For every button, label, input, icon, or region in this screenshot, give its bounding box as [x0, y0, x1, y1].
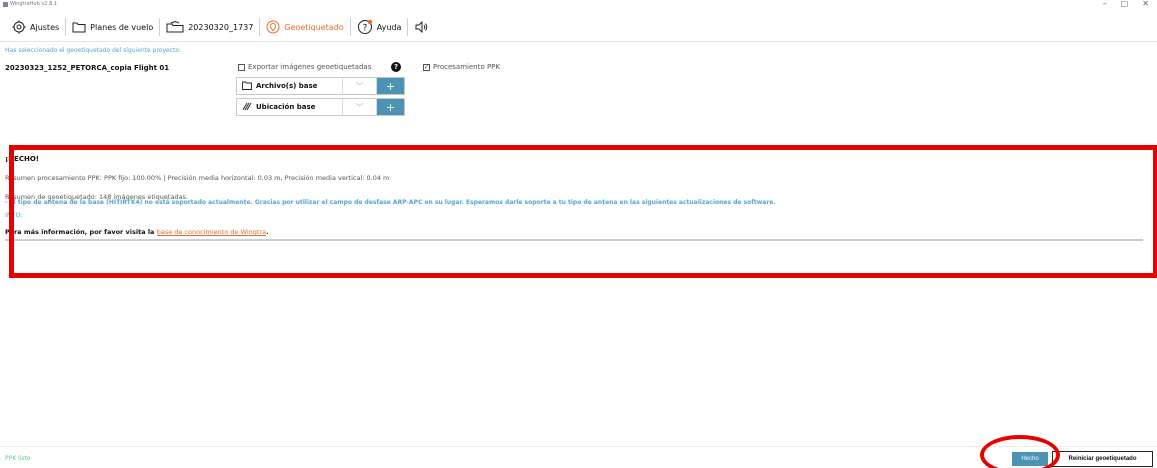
location-pin-icon	[266, 20, 280, 34]
ppk-processing-option[interactable]: ✓ Procesamiento PPK	[423, 63, 500, 71]
base-files-selector[interactable]: Archivo(s) base	[237, 78, 343, 94]
export-images-checkbox[interactable]	[238, 63, 245, 71]
flight-folder-icon	[166, 21, 184, 33]
top-nav: Ajustes Planes de vuelo 20230320_1737 Ge…	[0, 16, 1157, 38]
nav-settings[interactable]: Ajustes	[6, 18, 67, 36]
antenna-icon	[242, 102, 252, 113]
add-base-files-button[interactable]: +	[377, 78, 404, 94]
title-bar: WingtraHub v2.8.1 – □ ✕	[0, 0, 1157, 10]
close-button[interactable]: ✕	[1142, 0, 1149, 8]
ppk-processing-label: Procesamiento PPK	[433, 63, 500, 71]
chevron-down-icon[interactable]: ﹀	[343, 99, 377, 115]
speaker-icon	[414, 21, 428, 33]
base-location-row: Ubicación base ﹀ +	[236, 98, 405, 116]
svg-text:?: ?	[362, 24, 367, 34]
nav-flight-label: 20230320_1737	[188, 22, 254, 32]
question-icon[interactable]: ?	[391, 62, 401, 72]
base-files-label: Archivo(s) base	[256, 82, 318, 90]
maximize-button[interactable]: □	[1121, 0, 1129, 8]
annotation-highlight-circle	[980, 435, 1060, 468]
folder-icon	[242, 81, 252, 92]
base-location-label: Ubicación base	[256, 103, 316, 111]
window-title: WingtraHub v2.8.1	[10, 1, 58, 7]
export-images-option[interactable]: Exportar imágenes geoetiquetadas	[238, 63, 371, 71]
project-name: 20230323_1252_PETORCA_copia Flight 01	[5, 64, 170, 72]
app-icon	[3, 2, 8, 7]
status-text: PPK listo	[5, 455, 31, 462]
nav-divider	[0, 41, 1157, 42]
nav-flight-plans-label: Planes de vuelo	[90, 22, 154, 32]
ppk-processing-checkbox[interactable]: ✓	[423, 63, 430, 71]
window-controls: – □ ✕	[1103, 0, 1149, 8]
base-files-row: Archivo(s) base ﹀ +	[236, 77, 405, 95]
annotation-highlight-box	[9, 145, 1157, 278]
chevron-down-icon[interactable]: ﹀	[343, 78, 377, 94]
export-images-label: Exportar imágenes geoetiquetadas	[248, 63, 372, 71]
selected-project-info: Has seleccionado el geoetiquetado del si…	[5, 47, 182, 54]
minimize-button[interactable]: –	[1103, 0, 1107, 8]
add-base-location-button[interactable]: +	[377, 99, 404, 115]
nav-flight-plans[interactable]: Planes de vuelo	[66, 18, 161, 36]
nav-flight[interactable]: 20230320_1737	[160, 18, 261, 36]
reset-geotagging-button[interactable]: Reiniciar geoetiquetado	[1052, 451, 1153, 467]
nav-geotagging-label: Geoetiquetado	[284, 22, 344, 32]
folder-icon	[72, 21, 86, 33]
nav-help[interactable]: ? Ayuda	[351, 18, 409, 36]
nav-settings-label: Ajustes	[30, 22, 60, 32]
nav-help-label: Ayuda	[376, 22, 402, 32]
help-icon: ?	[357, 19, 373, 35]
gear-icon	[12, 20, 26, 34]
nav-geotagging[interactable]: Geoetiquetado	[260, 18, 351, 36]
nav-sound[interactable]	[408, 18, 434, 36]
base-location-selector[interactable]: Ubicación base	[237, 99, 343, 115]
